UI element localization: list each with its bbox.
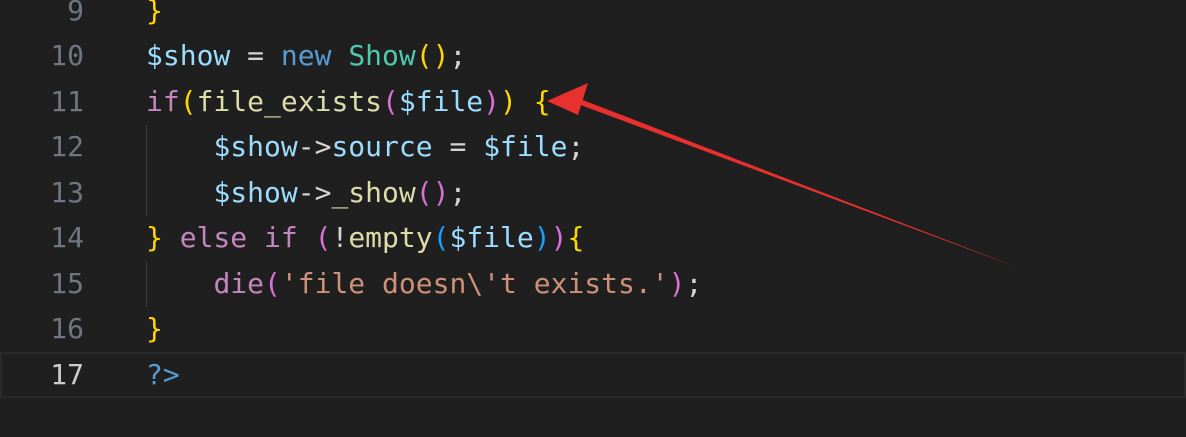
code-token: -> <box>297 176 332 209</box>
code-token: _show <box>331 176 416 209</box>
code-line-12[interactable]: 12 $show->source = $file; <box>0 124 1186 170</box>
code-line-11[interactable]: 11 if(file_exists($file)) { <box>0 79 1186 125</box>
line-number: 16 <box>50 312 84 345</box>
code-line-16[interactable]: 16} <box>0 306 1186 352</box>
code-token: $file <box>398 85 484 118</box>
code-token: ( <box>415 176 433 209</box>
code-token: $file <box>483 130 568 163</box>
code-token: ( <box>264 267 281 300</box>
code-token: ( <box>432 221 450 254</box>
code-token: -> <box>297 130 332 163</box>
code-text: $show = new Show(); <box>146 33 466 79</box>
code-text: } <box>146 0 163 34</box>
code-token: ( <box>382 85 399 118</box>
code-token: $show <box>146 39 231 72</box>
code-line-10[interactable]: 10 $show = new Show(); <box>0 33 1186 79</box>
code-line-15[interactable]: 15 die('file doesn\'t exists.'); <box>0 261 1186 307</box>
code-token: $show <box>213 130 298 163</box>
code-token: file_exists <box>196 85 383 118</box>
code-text: $show->_show(); <box>146 170 466 216</box>
code-token: ( <box>179 85 197 118</box>
line-number: 9 <box>67 0 84 27</box>
code-token: ; <box>567 130 585 163</box>
line-number: 10 <box>50 39 84 72</box>
code-token: ; <box>449 39 467 72</box>
code-token: { <box>567 221 585 254</box>
code-token: } <box>146 312 163 345</box>
code-token: ) <box>432 39 450 72</box>
code-token: $show <box>213 176 298 209</box>
line-number: 11 <box>50 85 84 118</box>
code-line-9[interactable]: 9} <box>0 0 1186 34</box>
code-text: if(file_exists($file)) { <box>146 79 551 125</box>
line-number: 14 <box>50 221 84 254</box>
code-token: ; <box>685 267 703 300</box>
code-token: ) <box>483 85 501 118</box>
code-line-14[interactable]: 14} else if (!empty($file)){ <box>0 215 1186 261</box>
code-token: source <box>331 130 433 163</box>
code-token: ) <box>500 85 517 118</box>
code-token: Show <box>348 39 416 72</box>
code-token: ?> <box>146 358 180 391</box>
indent-guide-if-block <box>146 125 147 216</box>
code-text: ?> <box>146 352 180 398</box>
code-token: ( <box>415 39 433 72</box>
code-token: ) <box>432 176 450 209</box>
code-token: 'file doesn\'t exists.' <box>280 267 669 300</box>
code-editor[interactable]: 9} 10 $show = new Show(); 11 if(file_exists(… <box>0 0 1186 437</box>
line-number: 12 <box>50 130 84 163</box>
code-token: $file <box>449 221 534 254</box>
code-token: ) <box>668 267 686 300</box>
code-token: = <box>432 130 484 163</box>
code-token: ) <box>550 221 568 254</box>
code-token: ( <box>314 221 332 254</box>
code-token: die <box>213 267 265 300</box>
code-token: = <box>230 39 281 72</box>
code-text: die('file doesn\'t exists.'); <box>146 261 702 307</box>
line-number: 17 <box>50 358 84 391</box>
code-line-13[interactable]: 13 $show->_show(); <box>0 170 1186 216</box>
code-token: if <box>146 85 180 118</box>
code-token: } <box>146 0 163 27</box>
line-number: 15 <box>50 267 84 300</box>
code-line-17[interactable]: 17 ?> <box>0 352 1186 398</box>
code-token: ; <box>449 176 467 209</box>
code-text: } <box>146 306 163 352</box>
code-token: empty <box>348 221 433 254</box>
code-token: new <box>280 39 332 72</box>
code-token: { <box>533 85 551 118</box>
code-text: $show->source = $file; <box>146 124 584 170</box>
code-text: } else if (!empty($file)){ <box>146 215 584 261</box>
code-token: ) <box>533 221 551 254</box>
code-token: if <box>264 221 298 254</box>
indent-guide-else-block <box>146 262 147 307</box>
code-token: ! <box>331 221 349 254</box>
code-token: } <box>146 221 163 254</box>
code-token: else <box>179 221 248 254</box>
line-number: 13 <box>50 176 84 209</box>
